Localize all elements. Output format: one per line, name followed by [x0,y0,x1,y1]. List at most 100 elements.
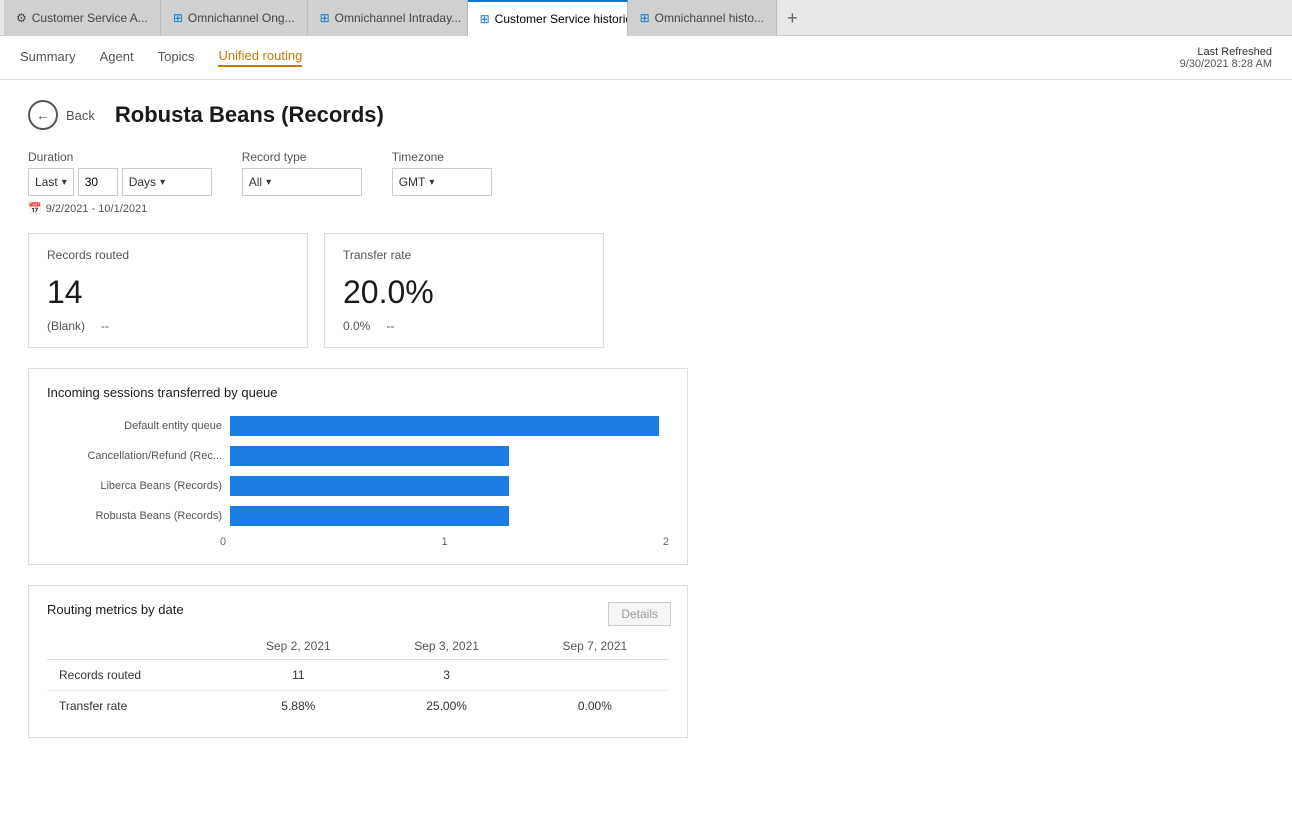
chart-bar-fill [230,476,509,496]
chart-bar-label: Cancellation/Refund (Rec... [57,450,222,462]
tab-bar: ⚙ Customer Service A... ⊞ Omnichannel On… [0,0,1292,36]
records-routed-value: 14 [47,274,289,311]
chart-bar-row: Liberca Beans (Records) [57,476,659,496]
chart-bar-container [230,506,659,526]
tab-icon-3: ⊞ [320,11,330,25]
main-content: ← Back Robusta Beans (Records) Duration … [0,80,1292,817]
duration-inputs: Last ▾ Days ▾ [28,168,212,196]
back-row: ← Back Robusta Beans (Records) [28,100,1264,130]
back-label[interactable]: Back [66,108,95,123]
details-button[interactable]: Details [608,602,671,626]
tab-omnichannel-histo[interactable]: ⊞ Omnichannel histo... [628,0,777,36]
tab-customer-service-a[interactable]: ⚙ Customer Service A... [4,0,161,36]
tab-omnichannel-intraday[interactable]: ⊞ Omnichannel Intraday... [308,0,468,36]
records-routed-card: Records routed 14 (Blank) -- [28,233,308,348]
chart-title: Incoming sessions transferred by queue [47,385,669,400]
chart-bar-row: Robusta Beans (Records) [57,506,659,526]
filters-row: Duration Last ▾ Days ▾ Record type All ▾ [28,150,1264,196]
tab-icon-5: ⊞ [640,11,650,25]
table-cell-label: Records routed [47,660,224,691]
duration-unit-select[interactable]: Days ▾ [122,168,212,196]
nav-summary[interactable]: Summary [20,49,76,66]
last-refreshed-label: Last Refreshed [1197,46,1272,58]
chart-bar-row: Default entity queue [57,416,659,436]
calendar-icon: 📅 [28,202,42,215]
record-type-chevron: ▾ [266,177,271,188]
new-tab-button[interactable]: + [777,0,808,36]
duration-filter-group: Duration Last ▾ Days ▾ [28,150,212,196]
records-routed-title: Records routed [47,248,289,262]
chart-bar-label: Liberca Beans (Records) [57,480,222,492]
duration-prefix-select[interactable]: Last ▾ [28,168,74,196]
table-cell-label: Transfer rate [47,691,224,722]
routing-table: Sep 2, 2021Sep 3, 2021Sep 7, 2021Records… [47,633,669,721]
nav-topics[interactable]: Topics [158,49,195,66]
table-cell-value [521,660,669,691]
table-row: Records routed113 [47,660,669,691]
tab-icon-2: ⊞ [173,11,183,25]
routing-table-title: Routing metrics by date [47,602,669,617]
page-title: Robusta Beans (Records) [115,102,384,128]
chart-x-axis: 0 1 2 [220,536,669,548]
chart-area: Default entity queue Cancellation/Refund … [47,416,669,526]
tab-icon-1: ⚙ [16,11,27,25]
record-type-label: Record type [242,150,362,164]
duration-label: Duration [28,150,212,164]
timezone-filter-group: Timezone GMT ▾ [392,150,492,196]
chart-x-tick: 2 [663,536,669,548]
last-refreshed-section: Last Refreshed 9/30/2021 8:28 AM [1180,46,1272,70]
duration-unit-value: Days [129,175,156,189]
chart-bar-container [230,446,659,466]
table-header: Sep 7, 2021 [521,633,669,660]
records-routed-sub-value1: -- [101,319,109,333]
duration-unit-chevron: ▾ [160,177,165,188]
chart-x-tick: 1 [441,536,447,548]
table-cell-value: 5.88% [224,691,372,722]
record-type-filter-group: Record type All ▾ [242,150,362,196]
records-routed-sub: (Blank) -- [47,319,289,333]
chart-bar-label: Robusta Beans (Records) [57,510,222,522]
table-cell-value: 11 [224,660,372,691]
records-routed-sub-label1: (Blank) [47,319,85,333]
nav-bar: Summary Agent Topics Unified routing Las… [0,36,1292,80]
transfer-rate-card: Transfer rate 20.0% 0.0% -- [324,233,604,348]
table-cell-value: 3 [372,660,520,691]
chart-section: Incoming sessions transferred by queue D… [28,368,688,565]
table-cell-value: 25.00% [372,691,520,722]
kpi-row: Records routed 14 (Blank) -- Transfer ra… [28,233,1264,348]
timezone-value: GMT [399,175,426,189]
record-type-select[interactable]: All ▾ [242,168,362,196]
table-header: Sep 3, 2021 [372,633,520,660]
nav-links: Summary Agent Topics Unified routing [20,48,302,67]
duration-number-input[interactable] [78,168,118,196]
back-button[interactable]: ← [28,100,58,130]
transfer-rate-sub-value1: -- [386,319,394,333]
duration-prefix-value: Last [35,175,58,189]
timezone-label: Timezone [392,150,492,164]
table-header: Sep 2, 2021 [224,633,372,660]
tab-omnichannel-ong[interactable]: ⊞ Omnichannel Ong... [161,0,308,36]
timezone-chevron: ▾ [429,177,434,188]
chart-bar-fill [230,446,509,466]
tab-icon-4: ⊞ [480,12,490,26]
table-row: Transfer rate5.88%25.00%0.00% [47,691,669,722]
date-range: 📅 9/2/2021 - 10/1/2021 [28,202,1264,215]
routing-table-section: Routing metrics by date Details Sep 2, 2… [28,585,688,738]
duration-prefix-chevron: ▾ [62,177,67,188]
nav-agent[interactable]: Agent [100,49,134,66]
chart-bar-container [230,476,659,496]
nav-unified-routing[interactable]: Unified routing [218,48,302,67]
transfer-rate-title: Transfer rate [343,248,585,262]
transfer-rate-value: 20.0% [343,274,585,311]
chart-bar-label: Default entity queue [57,420,222,432]
chart-bar-container [230,416,659,436]
timezone-select[interactable]: GMT ▾ [392,168,492,196]
chart-x-tick: 0 [220,536,226,548]
chart-bar-fill [230,506,509,526]
chart-bar-fill [230,416,659,436]
transfer-rate-sub: 0.0% -- [343,319,585,333]
table-header [47,633,224,660]
record-type-value: All [249,175,262,189]
tab-customer-service-historic[interactable]: ⊞ Customer Service historic... ✕ [468,0,628,36]
last-refreshed-value: 9/30/2021 8:28 AM [1180,58,1272,70]
